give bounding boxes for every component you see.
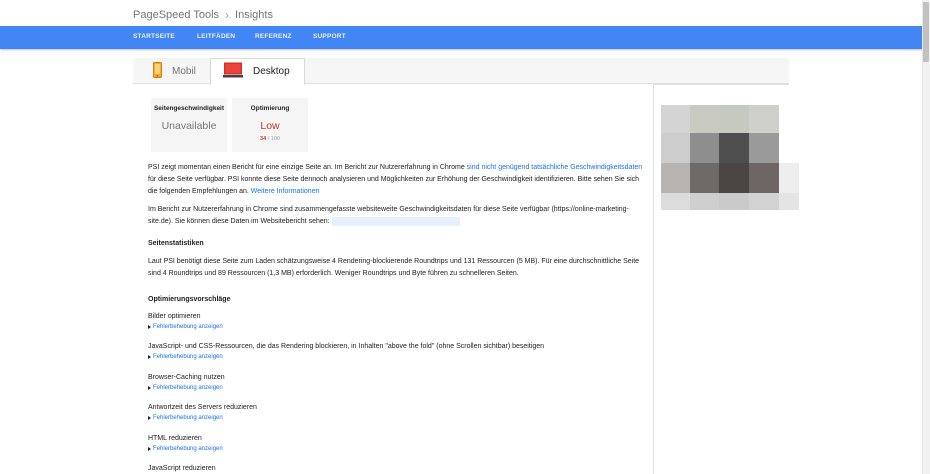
expand-triangle-icon: [148, 325, 151, 329]
optimization-metric-title: Optimierung: [250, 105, 290, 112]
suggestion-item: Browser-Caching nutzen Fehlerbehebung an…: [148, 372, 648, 393]
breadcrumb-separator-icon: ›: [225, 8, 230, 22]
insufficient-data-link[interactable]: sind nicht genügend tatsächliche Geschwi…: [467, 164, 643, 171]
show-fix-label: Fehlerbehebung anzeigen: [153, 446, 223, 452]
optimizations-heading: Optimierungsvorschläge: [148, 296, 231, 303]
site-report-paragraph: Im Bericht zur Nutzererfahrung in Chrome…: [148, 204, 648, 228]
nav-item-startseite[interactable]: STARTSEITE: [133, 33, 175, 40]
intro-text-b: für diese Seite verfügbar. PSI konnte di…: [148, 176, 640, 195]
suggestion-title: Browser-Caching nutzen: [148, 374, 225, 381]
tab-mobile-label: Mobil: [172, 65, 196, 77]
expand-triangle-icon: [148, 386, 151, 390]
show-fix-label: Fehlerbehebung anzeigen: [153, 324, 223, 330]
breadcrumb-root[interactable]: PageSpeed Tools: [133, 9, 219, 21]
show-fix-label: Fehlerbehebung anzeigen: [153, 415, 223, 421]
optimization-metric-card: Optimierung Low 34 / 100: [232, 98, 308, 152]
main-nav: STARTSEITE LEITFÄDEN REFERENZ SUPPORT: [0, 26, 923, 49]
scrollbar-thumb[interactable]: [923, 2, 929, 62]
suggestion-title: Bilder optimieren: [148, 313, 201, 320]
sidebar-divider: [653, 84, 654, 474]
show-fix-label: Fehlerbehebung anzeigen: [153, 354, 223, 360]
redacted-site-report-link[interactable]: [331, 216, 460, 226]
intro-text-a: PSI zeigt momentan einen Bericht für ein…: [148, 164, 467, 171]
stats-paragraph: Laut PSI benötigt diese Seite zum Laden …: [148, 258, 640, 277]
tab-desktop[interactable]: Desktop: [210, 58, 305, 85]
breadcrumb-current: Insights: [235, 9, 273, 21]
optimization-score-suffix: / 100: [267, 136, 280, 142]
show-fix-link[interactable]: Fehlerbehebung anzeigen: [148, 413, 648, 423]
more-info-link[interactable]: Weitere Informationen: [251, 188, 320, 195]
suggestion-title: Antwortzeit des Servers reduzieren: [148, 404, 257, 411]
breadcrumb: PageSpeed Tools › Insights: [133, 8, 273, 22]
speed-metric-title: Seitengeschwindigkeit: [153, 105, 225, 112]
expand-triangle-icon: [148, 416, 151, 420]
optimization-score-value: 34: [260, 136, 267, 142]
suggestion-item: JavaScript- und CSS-Ressourcen, die das …: [148, 341, 648, 362]
stats-heading: Seitenstatistiken: [148, 240, 204, 247]
suggestion-title: JavaScript- und CSS-Ressourcen, die das …: [148, 343, 545, 350]
device-tabs: Mobil Desktop: [133, 58, 789, 85]
suggestion-item: Antwortzeit des Servers reduzieren Fehle…: [148, 402, 648, 423]
intro-paragraph: PSI zeigt momentan einen Bericht für ein…: [148, 162, 648, 198]
nav-item-referenz[interactable]: REFERENZ: [255, 33, 292, 40]
page-scrollbar[interactable]: [922, 0, 930, 474]
optimization-score: 34 / 100: [232, 136, 308, 142]
show-fix-link[interactable]: Fehlerbehebung anzeigen: [148, 444, 648, 454]
show-fix-link[interactable]: Fehlerbehebung anzeigen: [148, 322, 648, 332]
mobile-icon: [153, 61, 162, 81]
suggestion-item: JavaScript reduzieren: [148, 463, 648, 474]
show-fix-link[interactable]: Fehlerbehebung anzeigen: [148, 383, 648, 393]
nav-item-support[interactable]: SUPPORT: [313, 33, 346, 40]
show-fix-link[interactable]: Fehlerbehebung anzeigen: [148, 352, 648, 362]
expand-triangle-icon: [148, 355, 151, 359]
top-bar: PageSpeed Tools › Insights: [0, 0, 921, 26]
tab-desktop-label: Desktop: [253, 66, 290, 77]
tab-mobile[interactable]: Mobil: [141, 58, 209, 84]
optimization-metric-value: Low: [260, 120, 280, 132]
expand-triangle-icon: [148, 447, 151, 451]
speed-metric-value: Unavailable: [161, 120, 217, 132]
sidebar-top-divider: [653, 84, 789, 85]
suggestion-item: Bilder optimieren Fehlerbehebung anzeige…: [148, 311, 648, 332]
desktop-icon: [223, 62, 243, 81]
nav-item-leitfaeden[interactable]: LEITFÄDEN: [197, 33, 235, 40]
suggestion-item: HTML reduzieren Fehlerbehebung anzeigen: [148, 433, 648, 454]
suggestion-title: JavaScript reduzieren: [148, 465, 216, 472]
page-screenshot-thumbnail: [661, 105, 801, 210]
show-fix-label: Fehlerbehebung anzeigen: [153, 385, 223, 391]
suggestion-title: HTML reduzieren: [148, 435, 202, 442]
speed-metric-card: Seitengeschwindigkeit Unavailable: [151, 98, 227, 152]
